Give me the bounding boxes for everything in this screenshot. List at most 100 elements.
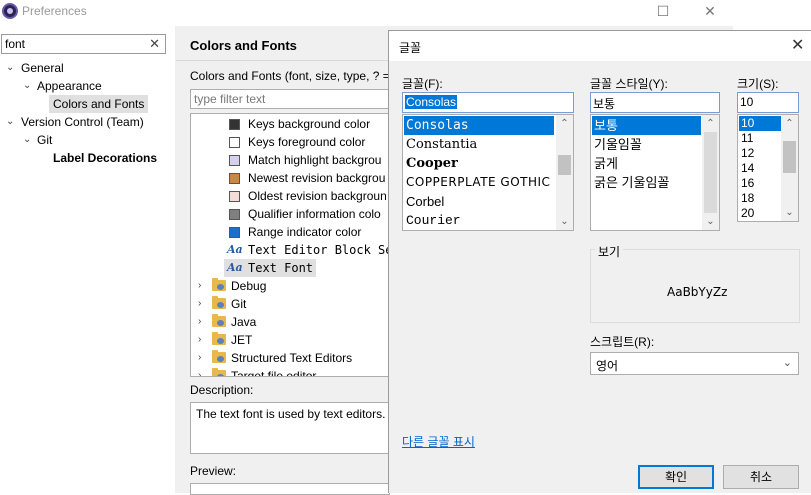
color-swatch: [229, 191, 240, 202]
size-list-item[interactable]: 16: [739, 176, 754, 191]
scroll-thumb[interactable]: [704, 132, 717, 213]
item-label: Newest revision backgrou: [248, 171, 386, 185]
scroll-down-icon[interactable]: ⌄: [781, 204, 798, 221]
folder-icon: [212, 332, 226, 345]
ok-button[interactable]: 확인: [638, 465, 714, 489]
color-swatch: [229, 227, 240, 238]
clear-filter-icon[interactable]: ✕: [149, 36, 160, 52]
tree-item-version-control[interactable]: Version Control (Team): [21, 113, 144, 131]
font-list-item[interactable]: COPPERPLATE GOTHIC: [404, 173, 550, 192]
list-item-selected[interactable]: Aa Text Font: [224, 259, 316, 277]
expand-arrow-icon[interactable]: ›: [198, 331, 208, 349]
dialog-titlebar: 글꼴 ✕: [389, 31, 811, 61]
expand-arrow-icon[interactable]: ›: [198, 313, 208, 331]
size-list-item[interactable]: 20: [739, 206, 754, 221]
size-list-scrollbar[interactable]: ⌃ ⌄: [781, 115, 798, 221]
cancel-button[interactable]: 취소: [723, 465, 799, 489]
item-label: Git: [231, 297, 247, 311]
collapse-arrow-icon[interactable]: ⌄: [6, 113, 16, 131]
font-dialog: 글꼴 ✕ 글꼴(F): Consolas Consolas Constantia…: [388, 30, 811, 493]
show-more-fonts-link[interactable]: 다른 글꼴 표시: [402, 433, 475, 450]
description-box: The text font is used by text editors.: [190, 402, 390, 454]
style-list-scrollbar[interactable]: ⌃ ⌄: [702, 115, 719, 230]
color-swatch: [229, 173, 240, 184]
scroll-down-icon[interactable]: ⌄: [556, 213, 573, 230]
maximize-button[interactable]: ☐: [653, 2, 673, 20]
tree-item-label-decorations[interactable]: Label Decorations: [53, 149, 157, 167]
type-filter-placeholder: type filter text: [194, 92, 266, 106]
font-style-input[interactable]: 보통: [590, 92, 720, 113]
collapse-arrow-icon[interactable]: ⌄: [23, 131, 33, 149]
size-label: 크기(S):: [737, 77, 779, 91]
size-list-item[interactable]: 11: [739, 131, 753, 146]
font-list-item[interactable]: Constantia: [404, 135, 477, 154]
size-list-item[interactable]: 12: [739, 146, 754, 161]
color-swatch: [229, 209, 240, 220]
font-name-input[interactable]: Consolas: [402, 92, 574, 113]
font-aa-icon: Aa: [227, 243, 243, 256]
font-list-item[interactable]: Corbel: [404, 192, 444, 211]
font-style-list[interactable]: 보통 기울임꼴 굵게 굵은 기울임꼴 ⌃ ⌄: [590, 114, 720, 231]
item-label: Target file editor: [231, 369, 317, 377]
expand-arrow-icon[interactable]: ›: [198, 277, 208, 295]
font-list-item[interactable]: Courier: [404, 211, 461, 230]
collapse-arrow-icon[interactable]: ⌄: [6, 59, 16, 77]
font-list-item[interactable]: Cooper: [404, 154, 458, 173]
font-size-input[interactable]: 10: [737, 92, 799, 113]
color-swatch: [229, 155, 240, 166]
scroll-up-icon[interactable]: ⌃: [702, 115, 719, 132]
preference-filter-input[interactable]: font ✕: [1, 34, 166, 54]
item-label: Java: [231, 315, 257, 329]
script-value: 영어: [596, 359, 619, 373]
item-label: Text Editor Block Se: [248, 243, 390, 257]
tree-item-git[interactable]: Git: [37, 131, 52, 149]
font-list[interactable]: Consolas Constantia Cooper COPPERPLATE G…: [402, 114, 574, 231]
close-button[interactable]: ✕: [700, 2, 720, 20]
style-list-item[interactable]: 굵게: [592, 154, 618, 173]
close-icon[interactable]: ✕: [791, 35, 804, 55]
item-label: Qualifier information colo: [248, 207, 381, 221]
item-label: Keys foreground color: [248, 135, 366, 149]
sample-label: 보기: [595, 243, 624, 260]
item-label: Debug: [231, 279, 267, 293]
folder-icon: [212, 368, 226, 376]
page-title: Colors and Fonts: [190, 38, 297, 53]
font-size-value: 10: [740, 95, 754, 109]
size-list-item[interactable]: 14: [739, 161, 754, 176]
script-select[interactable]: 영어 ⌄: [590, 352, 799, 375]
folder-icon: [212, 314, 226, 327]
scroll-thumb[interactable]: [783, 141, 796, 173]
font-list-item[interactable]: Consolas: [404, 116, 554, 135]
size-list-item[interactable]: 10: [739, 116, 781, 131]
preview-label: Preview:: [190, 464, 237, 478]
scroll-thumb[interactable]: [558, 155, 571, 175]
scroll-down-icon[interactable]: ⌄: [702, 213, 719, 230]
font-aa-icon: Aa: [227, 261, 243, 274]
type-filter-input[interactable]: type filter text: [190, 89, 390, 109]
tree-item-appearance[interactable]: Appearance: [37, 77, 102, 95]
style-label: 글꼴 스타일(Y):: [590, 77, 668, 91]
expand-arrow-icon[interactable]: ›: [198, 349, 208, 367]
scroll-up-icon[interactable]: ⌃: [556, 115, 573, 132]
style-list-item[interactable]: 기울임꼴: [592, 135, 642, 154]
page-description: Colors and Fonts (font, size, type, ? =: [190, 69, 390, 83]
font-size-list[interactable]: 10 11 12 14 16 18 20 ⌃ ⌄: [737, 114, 799, 222]
tree-item-general[interactable]: General: [21, 59, 64, 77]
item-label: Text Font: [248, 261, 314, 275]
colors-fonts-tree[interactable]: Keys background color Keys foreground co…: [190, 113, 390, 377]
filter-value: font: [5, 37, 26, 51]
folder-icon: [212, 278, 226, 291]
tree-item-colors-and-fonts[interactable]: Colors and Fonts: [49, 95, 149, 113]
style-list-item[interactable]: 굵은 기울임꼴: [592, 173, 669, 192]
font-name-value: Consolas: [405, 95, 458, 109]
preview-box: [190, 483, 390, 495]
window-title: Preferences: [22, 4, 87, 18]
size-list-item[interactable]: 18: [739, 191, 754, 206]
style-list-item[interactable]: 보통: [592, 116, 701, 135]
expand-arrow-icon[interactable]: ›: [198, 295, 208, 313]
scroll-up-icon[interactable]: ⌃: [781, 115, 798, 132]
collapse-arrow-icon[interactable]: ⌄: [23, 77, 33, 95]
font-list-scrollbar[interactable]: ⌃ ⌄: [556, 115, 573, 230]
expand-arrow-icon[interactable]: ›: [198, 367, 208, 376]
color-swatch: [229, 137, 240, 148]
